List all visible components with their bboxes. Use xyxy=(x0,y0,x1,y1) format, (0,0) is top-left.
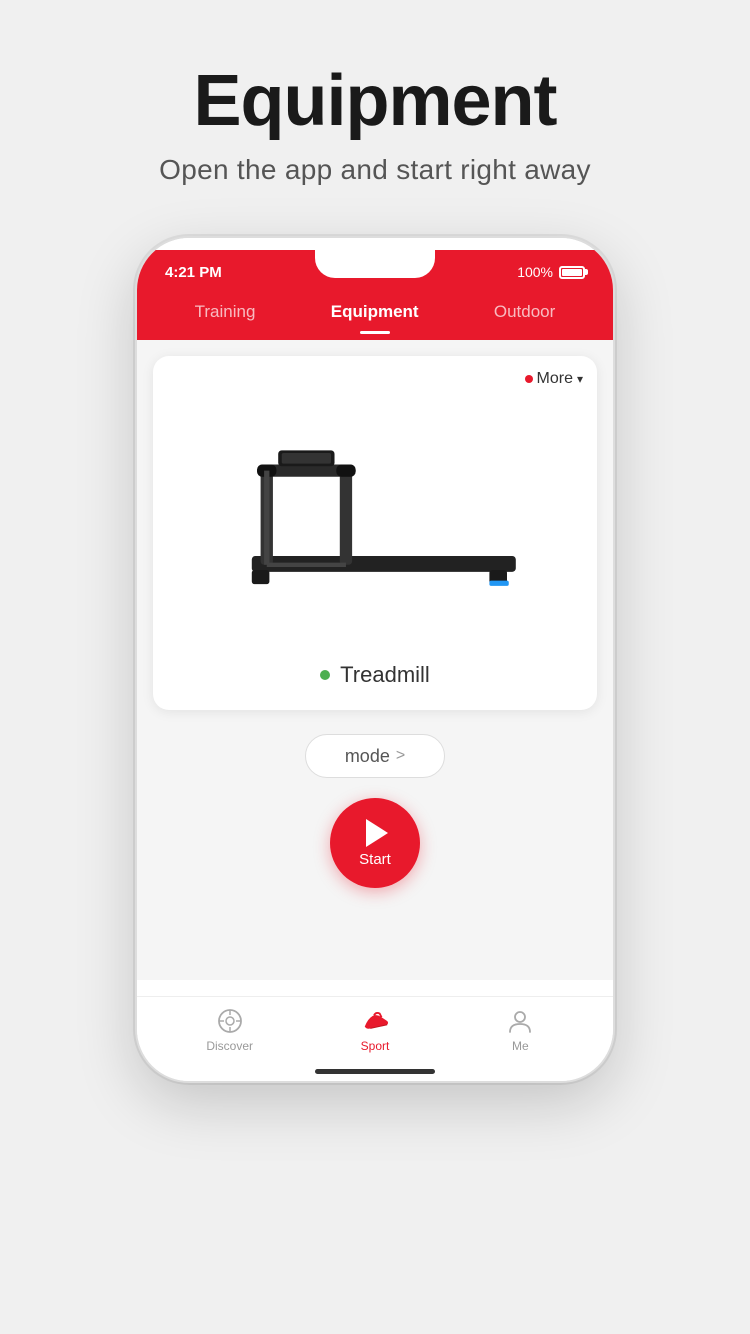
me-tab-label: Me xyxy=(512,1039,529,1053)
phone-bottom xyxy=(137,1061,613,1081)
connected-indicator xyxy=(320,670,330,680)
status-right: 100% xyxy=(517,264,585,280)
battery-percentage: 100% xyxy=(517,264,553,280)
device-name: Treadmill xyxy=(340,662,430,688)
bottom-tab-bar: Discover Sport Me xyxy=(137,996,613,1061)
phone-content: More ▾ xyxy=(137,340,613,980)
device-label: Treadmill xyxy=(169,652,581,694)
sport-tab-label: Sport xyxy=(361,1039,390,1053)
tab-outdoor[interactable]: Outdoor xyxy=(478,294,571,330)
mode-label: mode xyxy=(345,746,390,767)
start-button[interactable]: Start xyxy=(330,798,420,888)
more-dot-icon xyxy=(525,375,533,383)
discover-tab-label: Discover xyxy=(206,1039,253,1053)
tab-equipment[interactable]: Equipment xyxy=(315,294,435,330)
home-indicator xyxy=(315,1069,435,1074)
more-arrow-icon: ▾ xyxy=(577,372,583,386)
page-subtitle: Open the app and start right away xyxy=(159,154,591,186)
more-button[interactable]: More ▾ xyxy=(525,370,583,388)
sport-icon xyxy=(361,1007,389,1035)
page-title: Equipment xyxy=(194,60,557,142)
tab-me[interactable]: Me xyxy=(480,1007,560,1053)
more-label: More xyxy=(537,370,573,388)
phone-frame: 4:21 PM 100% Training Equipment Outdoor … xyxy=(135,236,615,1083)
start-label: Start xyxy=(359,851,391,868)
discover-icon xyxy=(216,1007,244,1035)
treadmill-image xyxy=(169,372,581,652)
status-time: 4:21 PM xyxy=(165,264,222,281)
equipment-card: More ▾ xyxy=(153,356,597,710)
mode-button[interactable]: mode > xyxy=(305,734,445,778)
status-bar: 4:21 PM 100% xyxy=(137,250,613,294)
nav-tabs: Training Equipment Outdoor xyxy=(137,294,613,340)
tab-sport[interactable]: Sport xyxy=(335,1007,415,1053)
battery-icon xyxy=(559,266,585,279)
tab-training[interactable]: Training xyxy=(179,294,272,330)
play-icon xyxy=(366,819,388,847)
mode-arrow-icon: > xyxy=(396,747,405,765)
profile-icon xyxy=(506,1007,534,1035)
tab-discover[interactable]: Discover xyxy=(190,1007,270,1053)
